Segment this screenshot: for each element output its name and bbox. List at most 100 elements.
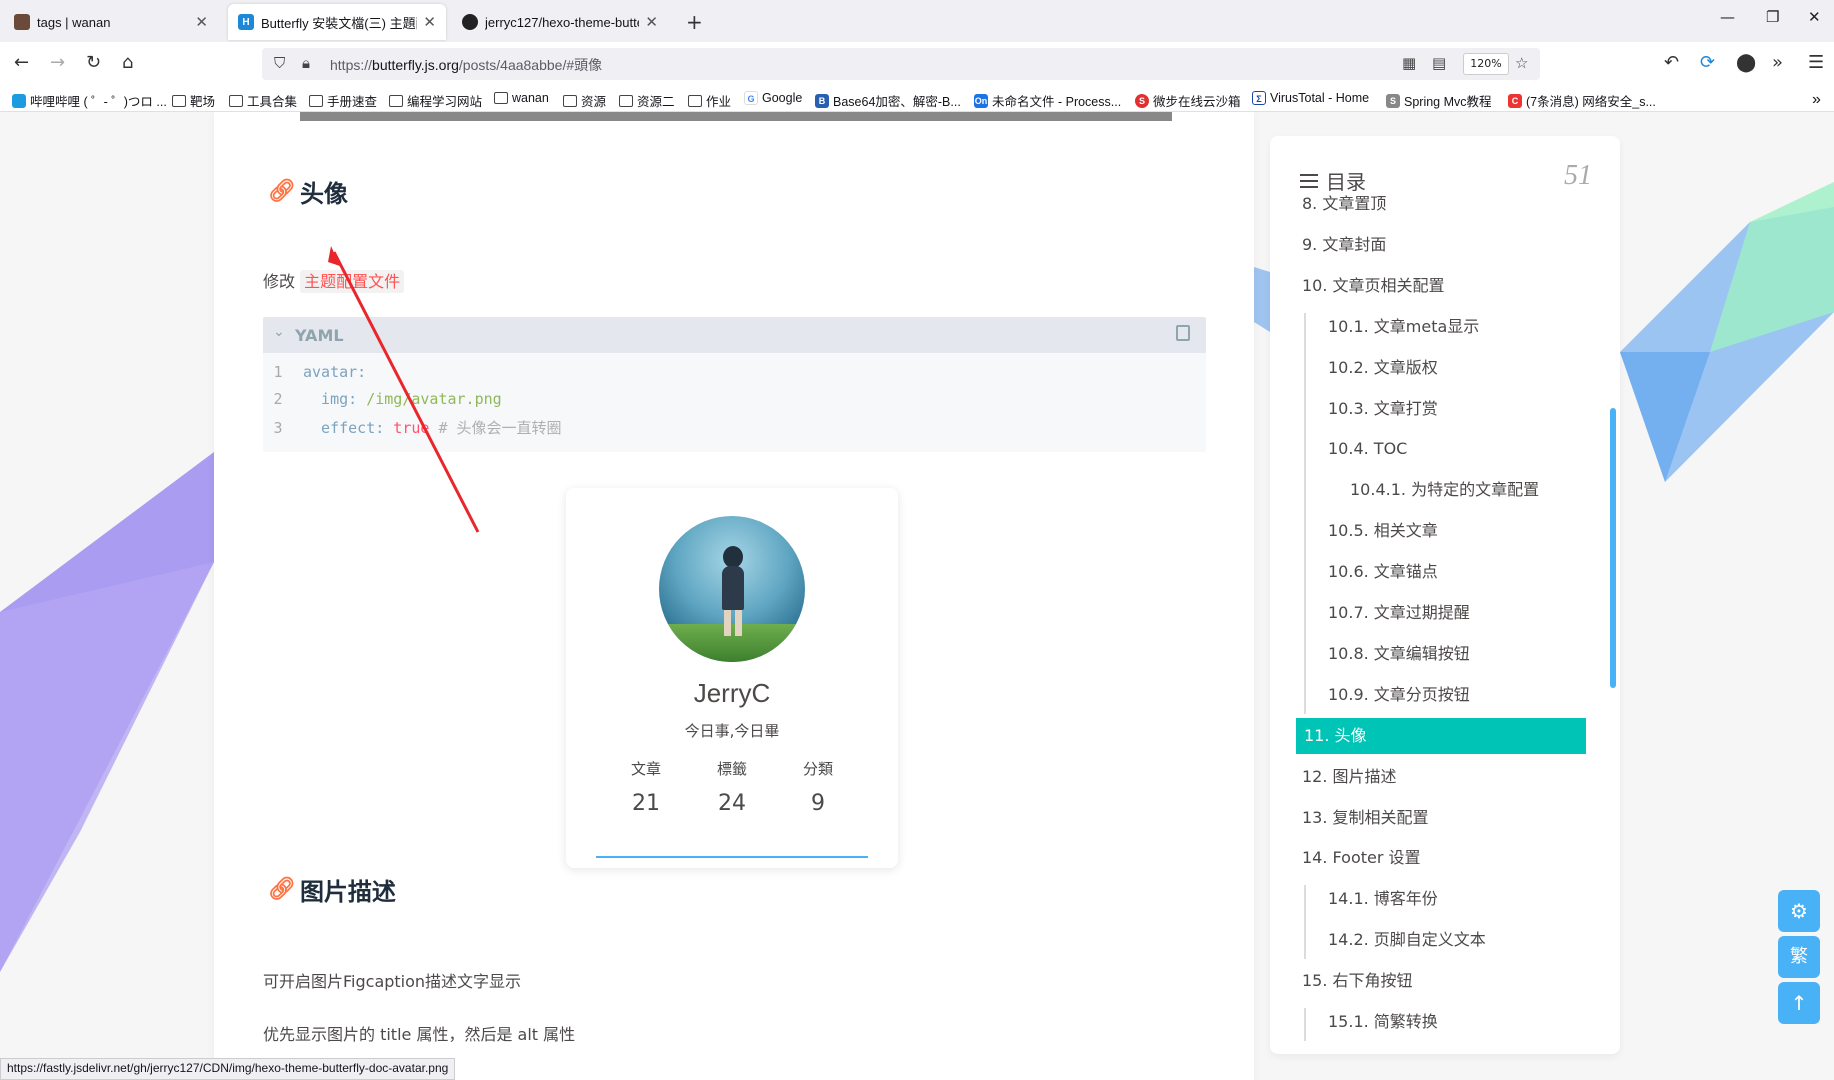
toc-item[interactable]: 10. 文章页相关配置 <box>1270 268 1620 304</box>
stat-articles[interactable]: 文章 21 <box>606 758 686 816</box>
toc-item[interactable]: 10.6. 文章锚点 <box>1270 554 1620 590</box>
close-window-icon[interactable]: ✕ <box>1808 8 1821 26</box>
tab-title: Butterfly 安裝文檔(三) 主題配置 <box>261 15 417 31</box>
bookmarks-overflow-icon[interactable]: » <box>1812 91 1821 109</box>
profile-card-preview: JerryC 今日事,今日畢 文章 21 標籤 24 分類 9 <box>566 488 898 868</box>
close-tab-icon[interactable]: ✕ <box>645 13 658 31</box>
stat-tags[interactable]: 標籤 24 <box>692 758 772 816</box>
profile-icon[interactable]: ⬤ <box>1736 52 1756 73</box>
toc-item[interactable]: 14.2. 页脚自定义文本 <box>1270 922 1620 958</box>
close-tab-icon[interactable]: ✕ <box>423 13 436 31</box>
stat-categories[interactable]: 分類 9 <box>778 758 858 816</box>
bookmark-processon[interactable]: On 未命名文件 - Process... <box>974 91 1121 110</box>
translate-button[interactable]: 繁 <box>1778 936 1820 978</box>
folder-icon <box>494 92 508 104</box>
bookmark-folder[interactable]: wanan <box>494 91 549 105</box>
toc-item[interactable]: 15. 右下角按钮 <box>1270 963 1620 999</box>
toc-item[interactable]: 14. Footer 设置 <box>1270 840 1620 876</box>
toc-item[interactable]: 10.9. 文章分页按钮 <box>1270 677 1620 713</box>
toc-item[interactable]: 12. 图片描述 <box>1270 759 1620 795</box>
url-text[interactable]: https://butterfly.js.org/posts/4aa8abbe/… <box>330 55 602 75</box>
folder-icon <box>229 94 243 107</box>
back-arrow-icon[interactable]: ← <box>14 52 29 73</box>
extension-icon[interactable]: ⟳ <box>1700 52 1715 73</box>
folder-icon <box>688 94 702 107</box>
close-tab-icon[interactable]: ✕ <box>195 13 208 31</box>
code-value: /img/avatar.png <box>357 390 502 408</box>
new-tab-button[interactable]: + <box>686 10 703 34</box>
link-icon[interactable]: 🔗︎ <box>268 179 296 204</box>
tab-tags-wanan[interactable]: tags | wanan ✕ <box>4 4 218 40</box>
toc-item[interactable]: 10.8. 文章编辑按钮 <box>1270 636 1620 672</box>
stat-label: 標籤 <box>716 760 747 778</box>
bookmark-threatbook[interactable]: S 微步在线云沙箱 <box>1135 91 1241 110</box>
avatar-figure-leg <box>724 610 731 636</box>
toc-item[interactable]: 10.4.1. 为特定的文章配置 <box>1270 472 1620 508</box>
qr-code-icon[interactable]: ▦ <box>1402 54 1416 72</box>
bookmark-base64[interactable]: B Base64加密、解密-B... <box>815 91 961 110</box>
line-number: 3 <box>273 419 283 437</box>
restore-window-icon[interactable]: ❐ <box>1766 8 1779 26</box>
processon-icon: On <box>974 93 988 108</box>
bookmark-label: VirusTotal - Home <box>1270 91 1370 105</box>
menu-icon[interactable]: ☰ <box>1808 52 1824 73</box>
back-to-top-button[interactable]: ↑ <box>1778 982 1820 1024</box>
bookmark-folder[interactable]: 作业 <box>688 91 731 110</box>
avatar <box>659 516 805 662</box>
stat-value: 24 <box>718 791 746 816</box>
bookmark-csdn[interactable]: C (7条消息) 网络安全_s... <box>1508 91 1656 110</box>
zoom-level[interactable]: 120% <box>1463 53 1509 75</box>
bookmark-label: Google <box>762 91 803 105</box>
folder-icon <box>619 94 633 107</box>
bookmark-label: 微步在线云沙箱 <box>1153 95 1241 109</box>
arrow-up-icon: ↑ <box>1790 991 1808 1015</box>
link-icon[interactable]: 🔗︎ <box>268 877 296 902</box>
avatar-figure-head <box>723 546 743 568</box>
home-icon[interactable]: ⌂ <box>122 52 133 73</box>
chevron-down-icon[interactable]: ⌄ <box>273 324 285 340</box>
address-bar[interactable]: ⛉ 🔒︎ https://butterfly.js.org/posts/4aa8… <box>262 48 1540 80</box>
toc-item[interactable]: 10.2. 文章版权 <box>1270 350 1620 386</box>
toc-item[interactable]: 10.4. TOC <box>1270 431 1620 467</box>
toc-item[interactable]: 9. 文章封面 <box>1270 227 1620 263</box>
lock-icon[interactable]: 🔒︎ <box>302 54 310 72</box>
site-favicon-icon <box>14 14 30 30</box>
bookmark-label: 未命名文件 - Process... <box>992 95 1122 109</box>
tab-butterfly-docs[interactable]: H Butterfly 安裝文檔(三) 主題配置 ✕ <box>228 4 446 40</box>
undo-icon[interactable]: ↶ <box>1664 52 1679 73</box>
bookmark-springmvc[interactable]: S Spring Mvc教程 <box>1386 91 1492 110</box>
bookmark-folder[interactable]: 资源 <box>563 91 606 110</box>
bookmark-bilibili[interactable]: 哔哩哔哩 ( ゜- ゜)つロ ... <box>12 91 167 110</box>
reader-view-icon[interactable]: ▤ <box>1432 54 1446 72</box>
toc-item[interactable]: 10.7. 文章过期提醒 <box>1270 595 1620 631</box>
toc-item[interactable]: 15.1. 简繁转换 <box>1270 1004 1620 1040</box>
toc-item[interactable]: 13. 复制相关配置 <box>1270 800 1620 836</box>
bookmark-folder[interactable]: 编程学习网站 <box>389 91 482 110</box>
bookmark-folder[interactable]: 工具合集 <box>229 91 297 110</box>
section-paragraph: 修改 主题配置文件 <box>263 268 405 293</box>
bookmark-folder[interactable]: 靶场 <box>172 91 215 110</box>
butterfly-favicon-icon: H <box>238 14 254 30</box>
bookmark-folder[interactable]: 资源二 <box>619 91 675 110</box>
forward-arrow-icon[interactable]: → <box>50 52 65 73</box>
bookmark-google[interactable]: G Google <box>744 91 802 105</box>
minimize-window-icon[interactable]: — <box>1720 8 1735 26</box>
shield-icon[interactable]: ⛉ <box>274 54 285 72</box>
bookmark-star-icon[interactable]: ☆ <box>1515 54 1528 72</box>
bookmark-folder[interactable]: 手册速查 <box>309 91 377 110</box>
toc-item[interactable]: 8. 文章置顶 <box>1270 186 1620 222</box>
toc-item[interactable]: 14.1. 博客年份 <box>1270 881 1620 917</box>
settings-button[interactable]: ⚙ <box>1778 890 1820 932</box>
bookmark-virustotal[interactable]: Σ VirusTotal - Home <box>1252 91 1369 105</box>
toc-item[interactable]: 10.1. 文章meta显示 <box>1270 309 1620 345</box>
folder-icon <box>389 94 403 107</box>
toc-scrollbar[interactable] <box>1610 408 1616 688</box>
reload-icon[interactable]: ↻ <box>86 52 101 73</box>
toc-item[interactable]: 10.3. 文章打赏 <box>1270 391 1620 427</box>
tab-github-repo[interactable]: jerryc127/hexo-theme-butterfly ✕ <box>452 4 668 40</box>
toc-item[interactable]: 11. 头像 <box>1296 717 1586 754</box>
bookmark-label: Spring Mvc教程 <box>1404 95 1492 109</box>
copy-icon[interactable] <box>1176 325 1190 341</box>
toc-item[interactable]: 10.5. 相关文章 <box>1270 513 1620 549</box>
overflow-chevron-icon[interactable]: » <box>1772 52 1783 73</box>
